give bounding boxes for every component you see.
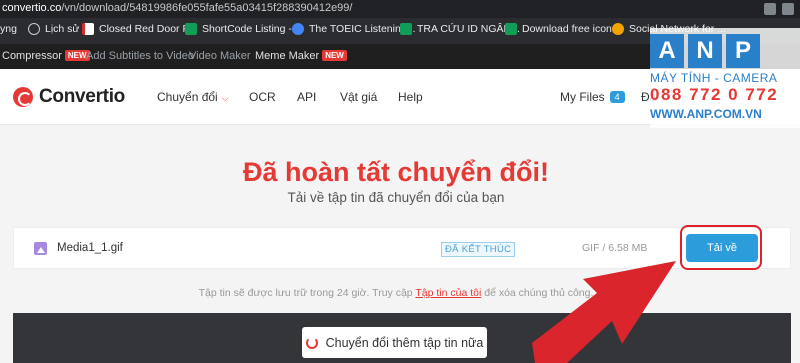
nav-convert[interactable]: Chuyển đổi ⌵ — [157, 90, 229, 104]
history-icon — [28, 23, 40, 35]
bookmark-item[interactable]: TRA CỨU ID NGÂN... — [400, 23, 520, 35]
download-highlight-circle — [680, 225, 762, 270]
star-icon[interactable] — [764, 3, 776, 15]
nav-help[interactable]: Help — [398, 90, 423, 104]
watermark-letter: N — [688, 34, 722, 68]
nav-api[interactable]: API — [297, 90, 316, 104]
browser-address-bar[interactable]: convertio.co/vn/download/54819986fe055fa… — [0, 0, 800, 18]
file-row: Media1_1.gif ĐÃ KẾT THÚC GIF / 6.58 MB T… — [13, 227, 791, 269]
chevron-down-icon: ⌵ — [221, 93, 229, 103]
image-file-icon — [34, 242, 47, 255]
bookmark-history[interactable]: Lịch sử — [28, 23, 79, 35]
tool-video-maker[interactable]: Video Maker — [189, 50, 251, 62]
watermark-letter: A — [650, 34, 684, 68]
nav-pricing[interactable]: Vật giá — [340, 90, 377, 104]
page-subtitle: Tải về tập tin đã chuyển đổi của bạn — [287, 190, 505, 205]
convert-more-panel: Chuyển đổi thêm tập tin nữa — [13, 313, 791, 363]
status-badge: ĐÃ KẾT THÚC — [441, 242, 516, 257]
page-icon — [82, 23, 94, 35]
bookmark-item[interactable]: The TOEIC Listening... — [292, 23, 415, 35]
sheets-icon — [505, 23, 517, 35]
watermark-letter: P — [726, 34, 760, 68]
convertio-logo[interactable]: Convertio — [13, 86, 125, 108]
file-size: GIF / 6.58 MB — [582, 242, 648, 254]
convert-more-button[interactable]: Chuyển đổi thêm tập tin nữa — [302, 327, 487, 358]
watermark-website: WWW.ANP.COM.VN — [650, 107, 762, 121]
convertio-logo-icon — [13, 87, 33, 107]
my-files-link[interactable]: Tập tin của tôi — [415, 287, 481, 299]
bookmark-item[interactable]: Closed Red Door P... — [82, 23, 197, 35]
refresh-icon — [305, 336, 318, 349]
sheets-icon — [400, 23, 412, 35]
sheets-icon — [185, 23, 197, 35]
nav-ocr[interactable]: OCR — [249, 90, 276, 104]
new-badge: NEW — [322, 50, 347, 61]
logo-text: Convertio — [39, 86, 125, 107]
anp-watermark: A N P MÁY TÍNH - CAMERA 088 772 0 772 WW… — [650, 28, 800, 128]
globe-icon — [292, 23, 304, 35]
tool-compressor[interactable]: Compressor NEW — [2, 50, 90, 62]
storage-note: Tập tin sẽ được lưu trữ trong 24 giờ. Tr… — [198, 287, 594, 299]
bookmark-item[interactable]: yng — [0, 23, 17, 35]
file-name: Media1_1.gif — [57, 242, 123, 254]
page-title: Đã hoàn tất chuyển đổi! — [242, 157, 550, 187]
bookmark-item[interactable]: ShortCode Listing -... — [185, 23, 301, 35]
anp-logo: A N P — [650, 34, 760, 68]
files-count-badge: 4 — [609, 91, 625, 103]
social-icon — [612, 23, 624, 35]
nav-my-files[interactable]: My Files 4 — [560, 90, 625, 104]
extension-icon[interactable] — [782, 3, 794, 15]
watermark-phone: 088 772 0 772 — [650, 85, 779, 104]
bookmark-item[interactable]: Download free icon... — [505, 23, 621, 35]
url-text[interactable]: convertio.co/vn/download/54819986fe055fa… — [2, 2, 352, 14]
watermark-tagline: MÁY TÍNH - CAMERA — [650, 71, 778, 85]
tool-add-subtitles[interactable]: Add Subtitles to Video — [86, 50, 194, 62]
tool-meme-maker[interactable]: Meme Maker NEW — [255, 50, 347, 62]
